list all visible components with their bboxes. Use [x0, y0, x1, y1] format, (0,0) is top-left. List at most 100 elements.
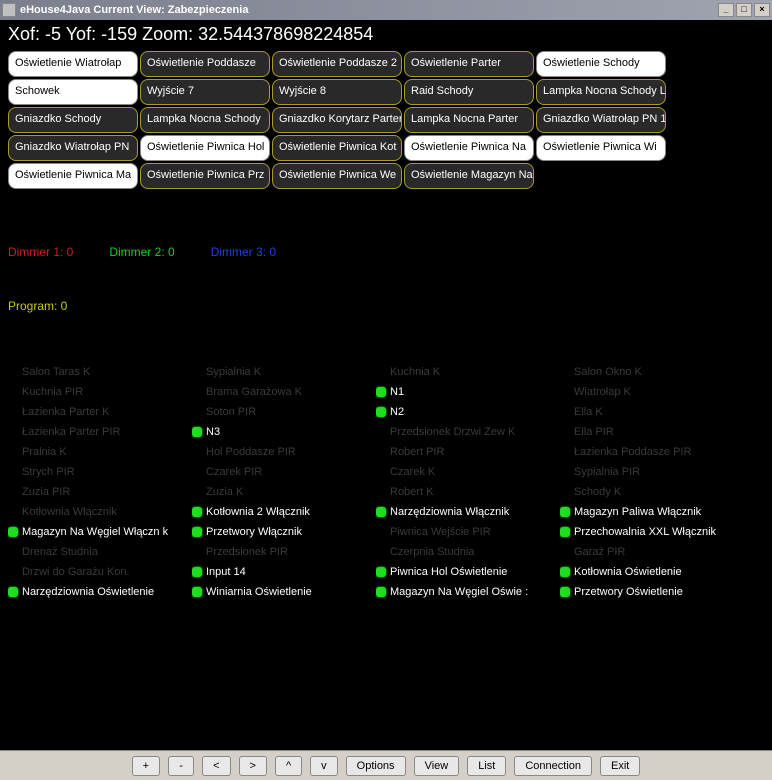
list-button[interactable]: List	[467, 756, 506, 776]
bottom-toolbar: + - < > ^ v Options View List Connection…	[0, 750, 772, 780]
exit-button[interactable]: Exit	[600, 756, 640, 776]
room-toggle[interactable]: Oświetlenie Piwnica Ma	[8, 163, 138, 189]
room-toggle[interactable]: Wyjście 8	[272, 79, 402, 105]
room-toggle[interactable]: Schowek	[8, 79, 138, 105]
signal-cell[interactable]: Ella K	[560, 403, 740, 421]
signal-cell[interactable]: Kotłownia Oświetlenie	[560, 563, 740, 581]
view-button[interactable]: View	[414, 756, 460, 776]
signal-cell[interactable]: Drzwi do Garażu Kon.	[8, 563, 188, 581]
signal-cell[interactable]: Piwnica Hol Oświetlenie	[376, 563, 556, 581]
signal-cell[interactable]: Robert K	[376, 483, 556, 501]
signal-cell[interactable]: Kotłownia 2 Włącznik	[192, 503, 372, 521]
room-toggle[interactable]: Gniazdko Wiatrołap PN 1	[536, 107, 666, 133]
signal-label: Zuzia PIR	[22, 486, 70, 498]
signal-cell[interactable]: Soton PIR	[192, 403, 372, 421]
signal-label: Kuchnia K	[390, 366, 440, 378]
room-toggle[interactable]: Oświetlenie Piwnica Prz	[140, 163, 270, 189]
signal-cell[interactable]: N2	[376, 403, 556, 421]
maximize-button[interactable]: □	[736, 3, 752, 17]
room-toggle[interactable]: Oświetlenie Piwnica Wi	[536, 135, 666, 161]
room-toggle[interactable]: Oświetlenie Piwnica Hol	[140, 135, 270, 161]
signal-cell[interactable]: Czarek PIR	[192, 463, 372, 481]
signal-label: Przedsionek Drzwi Zew K	[390, 426, 515, 438]
signal-cell[interactable]: Łazienka Parter K	[8, 403, 188, 421]
room-toggle[interactable]: Raid Schody	[404, 79, 534, 105]
signal-cell[interactable]: Strych PIR	[8, 463, 188, 481]
signal-cell[interactable]: Zuzia PIR	[8, 483, 188, 501]
pan-down-button[interactable]: v	[310, 756, 338, 776]
signal-cell[interactable]: Input 14	[192, 563, 372, 581]
signal-cell[interactable]: Schody K	[560, 483, 740, 501]
signal-cell[interactable]: N3	[192, 423, 372, 441]
signal-cell[interactable]: Narzędziownia Włącznik	[376, 503, 556, 521]
signal-cell[interactable]: Robert PIR	[376, 443, 556, 461]
signal-cell[interactable]: Czarek K	[376, 463, 556, 481]
room-toggle[interactable]: Oświetlenie Piwnica We	[272, 163, 402, 189]
room-toggle[interactable]: Gniazdko Korytarz Parter	[272, 107, 402, 133]
zoom-in-button[interactable]: +	[132, 756, 160, 776]
room-toggle[interactable]: Oświetlenie Piwnica Kot	[272, 135, 402, 161]
signal-cell[interactable]: Przedsionek PIR	[192, 543, 372, 561]
signal-cell[interactable]: Narzędziownia Oświetlenie	[8, 583, 188, 601]
signal-label: Drenaż Studnia	[22, 546, 98, 558]
room-toggle[interactable]: Wyjście 7	[140, 79, 270, 105]
signal-cell[interactable]: Przetwory Oświetlenie	[560, 583, 740, 601]
signal-cell[interactable]: Wiatrołap K	[560, 383, 740, 401]
signal-cell[interactable]: Kuchnia PIR	[8, 383, 188, 401]
signal-cell[interactable]: Sypialnia PIR	[560, 463, 740, 481]
signal-cell[interactable]: Łazienka Poddasze PIR	[560, 443, 740, 461]
signal-cell[interactable]: Magazyn Na Węgiel Oświe :	[376, 583, 556, 601]
status-dot-icon	[560, 527, 570, 537]
room-toggle[interactable]: Lampka Nocna Parter	[404, 107, 534, 133]
signal-cell[interactable]: Pralnia K	[8, 443, 188, 461]
signal-cell[interactable]: Magazyn Paliwa Włącznik	[560, 503, 740, 521]
signal-label: Salon Taras K	[22, 366, 90, 378]
close-button[interactable]: ×	[754, 3, 770, 17]
pan-right-button[interactable]: >	[239, 756, 267, 776]
signal-cell[interactable]: Kuchnia K	[376, 363, 556, 381]
room-toggle[interactable]: Oświetlenie Poddasze	[140, 51, 270, 77]
options-button[interactable]: Options	[346, 756, 406, 776]
signal-cell[interactable]: Przetwory Włącznik	[192, 523, 372, 541]
signal-label: Robert PIR	[390, 446, 444, 458]
signal-cell[interactable]: N1	[376, 383, 556, 401]
zoom-out-button[interactable]: -	[168, 756, 194, 776]
signal-label: Brama Garażowa K	[206, 386, 302, 398]
pan-left-button[interactable]: <	[202, 756, 230, 776]
signal-cell[interactable]: Brama Garażowa K	[192, 383, 372, 401]
signal-cell[interactable]: Zuzia K	[192, 483, 372, 501]
signal-cell[interactable]: Garaż PIR	[560, 543, 740, 561]
signal-cell[interactable]: Magazyn Na Węgiel Włączn k	[8, 523, 188, 541]
signal-cell[interactable]: Łazienka Parter PIR	[8, 423, 188, 441]
signal-cell[interactable]: Przechowalnia XXL Włącznik	[560, 523, 740, 541]
signal-cell[interactable]: Drenaż Studnia	[8, 543, 188, 561]
signal-cell[interactable]: Ella PIR	[560, 423, 740, 441]
connection-button[interactable]: Connection	[514, 756, 592, 776]
signal-cell[interactable]: Salon Okno K	[560, 363, 740, 381]
pan-up-button[interactable]: ^	[275, 756, 302, 776]
signal-cell[interactable]: Kotłownia Włącznik	[8, 503, 188, 521]
signal-cell[interactable]: Piwnica Wejście PIR	[376, 523, 556, 541]
status-dot-icon	[560, 507, 570, 517]
signal-cell[interactable]: Przedsionek Drzwi Zew K	[376, 423, 556, 441]
signal-cell[interactable]: Sypialnia K	[192, 363, 372, 381]
signal-cell[interactable]: Salon Taras K	[8, 363, 188, 381]
status-dot-icon	[560, 567, 570, 577]
signal-label: Winiarnia Oświetlenie	[206, 586, 312, 598]
room-toggle[interactable]: Oświetlenie Piwnica Na	[404, 135, 534, 161]
room-toggle[interactable]: Gniazdko Wiatrołap PN	[8, 135, 138, 161]
signal-cell[interactable]: Winiarnia Oświetlenie	[192, 583, 372, 601]
signal-cell[interactable]: Czerpnia Studnia	[376, 543, 556, 561]
room-toggle[interactable]: Oświetlenie Magazyn Narzędzia	[404, 163, 534, 189]
room-toggle[interactable]: Gniazdko Schody	[8, 107, 138, 133]
room-toggle[interactable]: Oświetlenie Poddasze 2	[272, 51, 402, 77]
signal-label: Przetwory Włącznik	[206, 526, 302, 538]
signal-label: Ella PIR	[574, 426, 614, 438]
room-toggle[interactable]: Oświetlenie Wiatrołap	[8, 51, 138, 77]
room-toggle[interactable]: Lampka Nocna Schody L	[536, 79, 666, 105]
minimize-button[interactable]: _	[718, 3, 734, 17]
room-toggle[interactable]: Oświetlenie Schody	[536, 51, 666, 77]
room-toggle[interactable]: Lampka Nocna Schody	[140, 107, 270, 133]
signal-cell[interactable]: Hol Poddasze PIR	[192, 443, 372, 461]
room-toggle[interactable]: Oświetlenie Parter	[404, 51, 534, 77]
